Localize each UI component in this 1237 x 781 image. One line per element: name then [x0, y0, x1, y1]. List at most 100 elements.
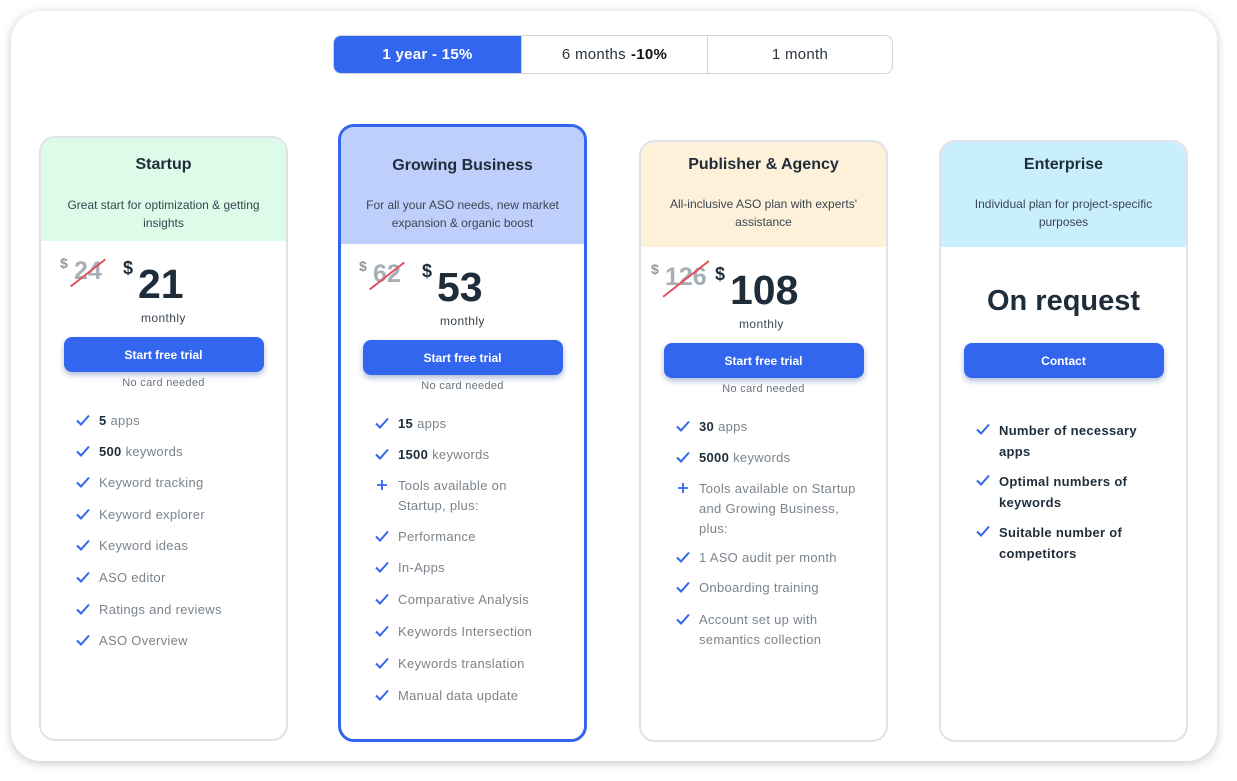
feature-list: Number of necessary apps Optimal numbers…: [941, 420, 1186, 564]
period-tab-6-months[interactable]: 6 months -10%: [521, 36, 707, 73]
old-price-currency: $: [359, 258, 367, 274]
plan-header: Publisher & Agency All-inclusive ASO pla…: [641, 142, 886, 247]
feature-item: 1 ASO audit per month: [675, 548, 866, 568]
plan-card-publisher-agency: Publisher & Agency All-inclusive ASO pla…: [639, 140, 888, 742]
billing-period-switcher: 1 year - 15% 6 months -10% 1 month: [333, 35, 893, 74]
period-tab-label: 1 month: [771, 46, 829, 63]
check-icon: [76, 445, 90, 457]
check-icon: [976, 423, 990, 435]
price-area: $ 24 $ 21 monthly: [41, 241, 286, 337]
plan-header: Enterprise Individual plan for project-s…: [941, 142, 1186, 247]
plus-icon: [377, 480, 387, 490]
feature-item: Manual data update: [374, 686, 564, 706]
feature-item: Optimal numbers of keywords: [975, 471, 1166, 513]
check-icon: [676, 420, 690, 432]
plan-title: Enterprise: [1023, 156, 1104, 173]
feature-item: Keyword ideas: [75, 536, 266, 556]
check-icon: [676, 451, 690, 463]
current-price: $ 53: [422, 261, 483, 311]
contact-button[interactable]: Contact: [963, 343, 1164, 378]
plan-header: Startup Great start for optimization & g…: [41, 138, 286, 241]
feature-item: Tools available on Startup, plus:: [374, 476, 564, 516]
start-free-trial-button[interactable]: Start free trial: [63, 337, 264, 372]
feature-item: 500 keywords: [75, 442, 266, 462]
start-free-trial-button[interactable]: Start free trial: [663, 343, 864, 378]
check-icon: [375, 448, 389, 460]
feature-item: In-Apps: [374, 558, 564, 578]
price-area: On request: [941, 247, 1186, 343]
feature-item: Onboarding training: [675, 578, 866, 598]
current-price: $ 108: [715, 264, 798, 314]
period-tab-1-month[interactable]: 1 month: [707, 36, 892, 73]
price-on-request: On request: [986, 285, 1141, 317]
plus-icon: [678, 483, 688, 493]
check-icon: [676, 581, 690, 593]
period-tab-label: 1 year - 15%: [382, 46, 473, 63]
check-icon: [375, 657, 389, 669]
no-card-note: No card needed: [421, 380, 504, 392]
current-price: $ 21: [123, 258, 184, 308]
feature-list: 30 apps 5000 keywords Tools available on S…: [641, 417, 886, 650]
check-icon: [375, 689, 389, 701]
plan-card-startup: Startup Great start for optimization & g…: [39, 136, 288, 741]
price-currency: $: [422, 261, 433, 281]
feature-item: Ratings and reviews: [75, 600, 266, 620]
check-icon: [976, 474, 990, 486]
feature-item: ASO editor: [75, 568, 266, 588]
plan-title: Startup: [135, 156, 192, 173]
feature-item: 5 apps: [75, 411, 266, 431]
feature-item: Suitable number of competitors: [975, 522, 1166, 564]
feature-item: Keyword tracking: [75, 473, 266, 493]
price-area: $ 126 $ 108 monthly: [641, 247, 886, 343]
price-area: $ 62 $ 53 monthly: [341, 244, 584, 340]
feature-item: Number of necessary apps: [975, 420, 1166, 462]
plan-subtitle: For all your ASO needs, new market expan…: [366, 198, 559, 230]
old-price-currency: $: [651, 261, 659, 277]
feature-item: Account set up with semantics collection: [675, 610, 866, 650]
check-icon: [375, 561, 389, 573]
feature-item: 1500 keywords: [374, 445, 564, 465]
price-period: monthly: [739, 317, 784, 331]
feature-item: 15 apps: [374, 414, 564, 434]
price-period: monthly: [440, 314, 485, 328]
check-icon: [375, 625, 389, 637]
price-currency: $: [715, 264, 726, 284]
no-card-note: No card needed: [722, 383, 805, 395]
old-price: $ 24: [60, 255, 106, 288]
feature-item: Keyword explorer: [75, 505, 266, 525]
check-icon: [676, 551, 690, 563]
plan-title: Growing Business: [392, 157, 533, 174]
feature-item: 5000 keywords: [675, 448, 866, 468]
price-value: 21: [138, 261, 184, 307]
check-icon: [76, 603, 90, 615]
feature-list: 5 apps 500 keywords Keyword tracking Keywo…: [41, 411, 286, 651]
check-icon: [76, 634, 90, 646]
feature-item: Comparative Analysis: [374, 590, 564, 610]
period-tab-label: 6 months: [561, 46, 626, 63]
plan-card-growing-business: Growing Business For all your ASO needs,…: [338, 124, 587, 742]
old-price: $ 62: [359, 258, 405, 291]
feature-item: Keywords translation: [374, 654, 564, 674]
period-tab-1-year[interactable]: 1 year - 15%: [334, 36, 521, 73]
price-value: 53: [437, 264, 483, 310]
feature-item: 30 apps: [675, 417, 866, 437]
feature-list: 15 apps 1500 keywords Tools available on S…: [341, 414, 584, 706]
plan-subtitle: All-inclusive ASO plan with experts' ass…: [669, 197, 858, 229]
check-icon: [676, 613, 690, 625]
plan-title: Publisher & Agency: [688, 156, 839, 173]
old-price-currency: $: [60, 255, 68, 271]
check-icon: [76, 539, 90, 551]
feature-item: Performance: [374, 527, 564, 547]
check-icon: [375, 593, 389, 605]
period-tab-discount: -10%: [630, 46, 668, 63]
feature-item: Keywords Intersection: [374, 622, 564, 642]
price-period: monthly: [141, 311, 186, 325]
check-icon: [76, 476, 90, 488]
no-card-note: No card needed: [122, 377, 205, 389]
price-currency: $: [123, 258, 134, 278]
plan-header: Growing Business For all your ASO needs,…: [341, 127, 584, 244]
start-free-trial-button[interactable]: Start free trial: [362, 340, 563, 375]
check-icon: [76, 571, 90, 583]
check-icon: [76, 414, 90, 426]
plan-subtitle: Great start for optimization & getting i…: [67, 198, 260, 230]
